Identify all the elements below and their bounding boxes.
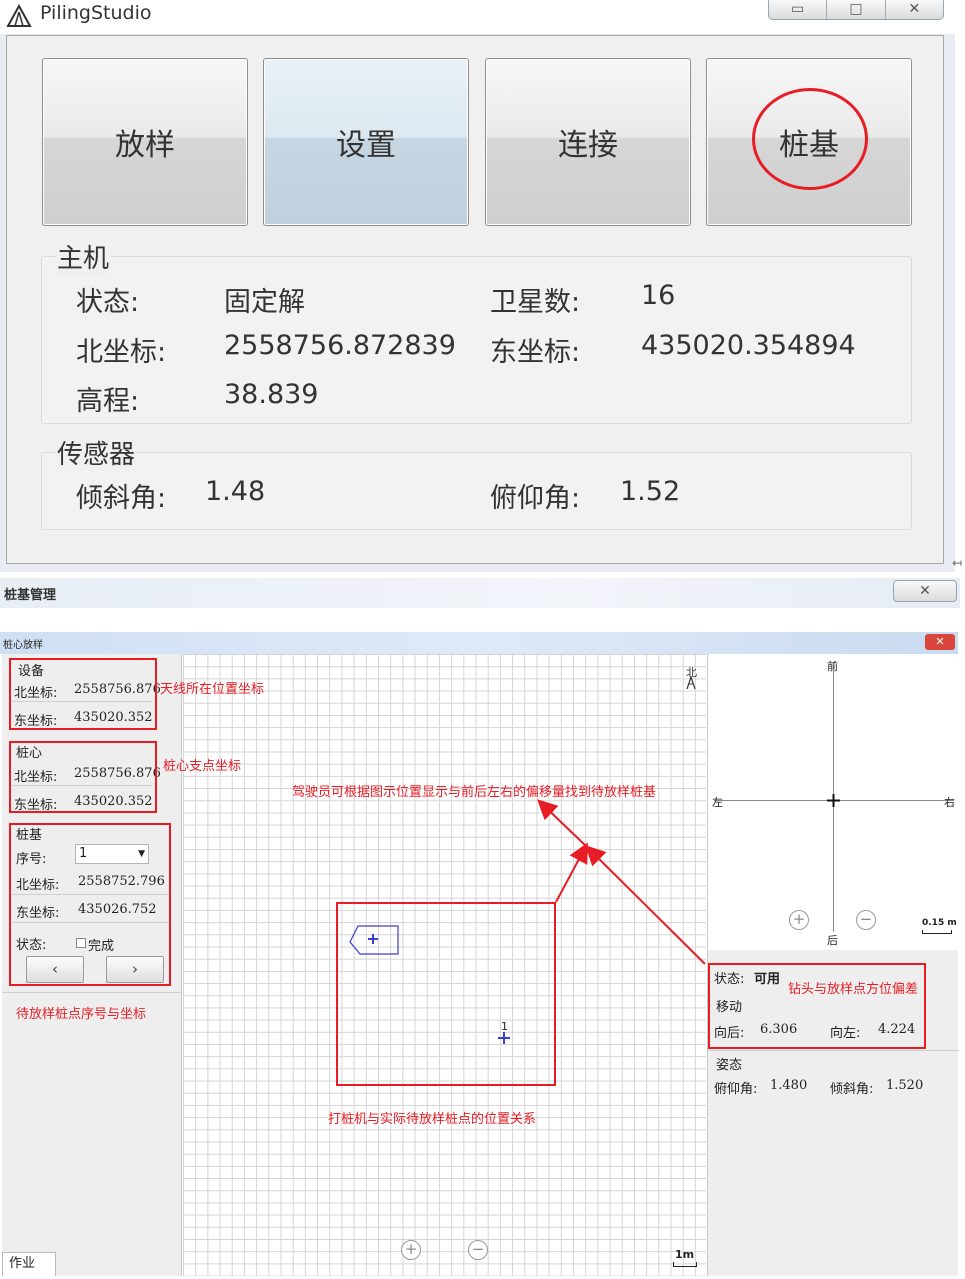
back-label: 后 bbox=[827, 934, 838, 947]
center-cross-icon bbox=[827, 794, 840, 807]
app-title: PilingStudio bbox=[40, 2, 152, 24]
map-scale-bar bbox=[673, 1262, 697, 1267]
offset-highlight bbox=[708, 963, 926, 1049]
maximize-button[interactable]: □ bbox=[827, 0, 886, 19]
relation-annotation: 打桩机与实际待放样桩点的位置关系 bbox=[328, 1112, 537, 1127]
east-label: 东坐标: bbox=[490, 337, 581, 368]
resize-grip-icon: ↤ bbox=[952, 556, 963, 570]
pitch-value: 1.52 bbox=[620, 476, 681, 507]
north-arrow-icon bbox=[686, 676, 696, 690]
divider bbox=[2, 992, 182, 993]
pile-center-highlight bbox=[9, 741, 157, 813]
posture-tilt-label: 倾斜角: bbox=[830, 1082, 874, 1097]
tab-work[interactable]: 作业 bbox=[2, 1252, 56, 1276]
close-button[interactable]: ✕ bbox=[886, 0, 943, 19]
pending-pile-annotation: 待放样桩点序号与坐标 bbox=[16, 1007, 147, 1022]
north-value: 2558756.872839 bbox=[224, 330, 456, 361]
tilt-value: 1.48 bbox=[205, 476, 266, 507]
status-label: 状态: bbox=[76, 287, 140, 318]
pile-title-bar: 桩基管理 ✕ bbox=[0, 578, 960, 608]
tilt-label: 倾斜角: bbox=[76, 483, 167, 514]
elevation-label: 高程: bbox=[76, 386, 140, 417]
antenna-annotation: 天线所在位置坐标 bbox=[160, 682, 265, 697]
posture-pitch-value: 1.480 bbox=[770, 1078, 808, 1093]
pile-center-annotation: 桩心支点坐标 bbox=[163, 759, 242, 774]
posture-title: 姿态 bbox=[716, 1058, 743, 1073]
satellite-value: 16 bbox=[641, 280, 676, 311]
window-controls: ▭ □ ✕ bbox=[768, 0, 944, 20]
settings-button[interactable]: 设置 bbox=[263, 58, 469, 226]
minimize-button[interactable]: ▭ bbox=[769, 0, 828, 19]
status-value: 固定解 bbox=[224, 287, 305, 318]
offset-annotation: 钻头与放样点方位偏差 bbox=[788, 982, 919, 997]
offset-compass: 前 后 左 右 + − 0.15 m bbox=[707, 654, 958, 950]
annotation-arrows bbox=[537, 799, 706, 965]
pile-management-window: 桩基管理 ✕ 桩心放样 ✕ 设备 北坐标: 2558756.876 东坐标: 4… bbox=[0, 578, 965, 1279]
connect-button[interactable]: 连接 bbox=[485, 58, 691, 226]
highlight-circle bbox=[752, 88, 868, 190]
divider bbox=[708, 1050, 959, 1051]
host-group-title: 主机 bbox=[55, 238, 112, 275]
inner-close-button[interactable]: ✕ bbox=[925, 634, 955, 650]
inner-title-bar: 桩心放样 ✕ bbox=[0, 632, 958, 654]
pilingstudio-window: PilingStudio ▭ □ ✕ 放样 设置 连接 桩基 主机 状态: 固定… bbox=[0, 0, 955, 572]
compass-scale-label: 0.15 m bbox=[922, 918, 957, 928]
east-value: 435020.354894 bbox=[641, 330, 856, 361]
posture-pitch-label: 俯仰角: bbox=[714, 1082, 758, 1097]
front-label: 前 bbox=[827, 660, 838, 673]
stakeout-button[interactable]: 放样 bbox=[42, 58, 248, 226]
pile-base-highlight bbox=[9, 823, 171, 986]
pile-close-button[interactable]: ✕ bbox=[893, 580, 957, 602]
map-scale-label: 1m bbox=[675, 1248, 695, 1261]
right-label: 右 bbox=[944, 796, 955, 809]
pile-window-title: 桩基管理 bbox=[4, 588, 57, 603]
map-zoom-out-button[interactable]: − bbox=[468, 1240, 488, 1260]
driver-hint-annotation: 驾驶员可根据图示位置显示与前后左右的偏移量找到待放样桩基 bbox=[292, 785, 657, 800]
map-zoom-in-button[interactable]: + bbox=[401, 1240, 421, 1260]
title-bar: PilingStudio ▭ □ ✕ bbox=[0, 0, 955, 34]
elevation-value: 38.839 bbox=[224, 379, 319, 410]
pitch-label: 俯仰角: bbox=[490, 483, 581, 514]
device-highlight bbox=[9, 658, 157, 730]
sensor-group-title: 传感器 bbox=[55, 434, 138, 471]
compass-scale-bar bbox=[922, 930, 952, 934]
sensor-group bbox=[41, 452, 912, 530]
compass-zoom-in-button[interactable]: + bbox=[789, 910, 809, 930]
inner-window-title: 桩心放样 bbox=[3, 640, 43, 651]
app-logo-icon bbox=[6, 4, 32, 27]
compass-zoom-out-button[interactable]: − bbox=[856, 910, 876, 930]
left-label: 左 bbox=[712, 796, 723, 809]
north-label: 北坐标: bbox=[76, 337, 167, 368]
posture-tilt-value: 1.520 bbox=[886, 1078, 924, 1093]
satellite-label: 卫星数: bbox=[490, 287, 581, 318]
